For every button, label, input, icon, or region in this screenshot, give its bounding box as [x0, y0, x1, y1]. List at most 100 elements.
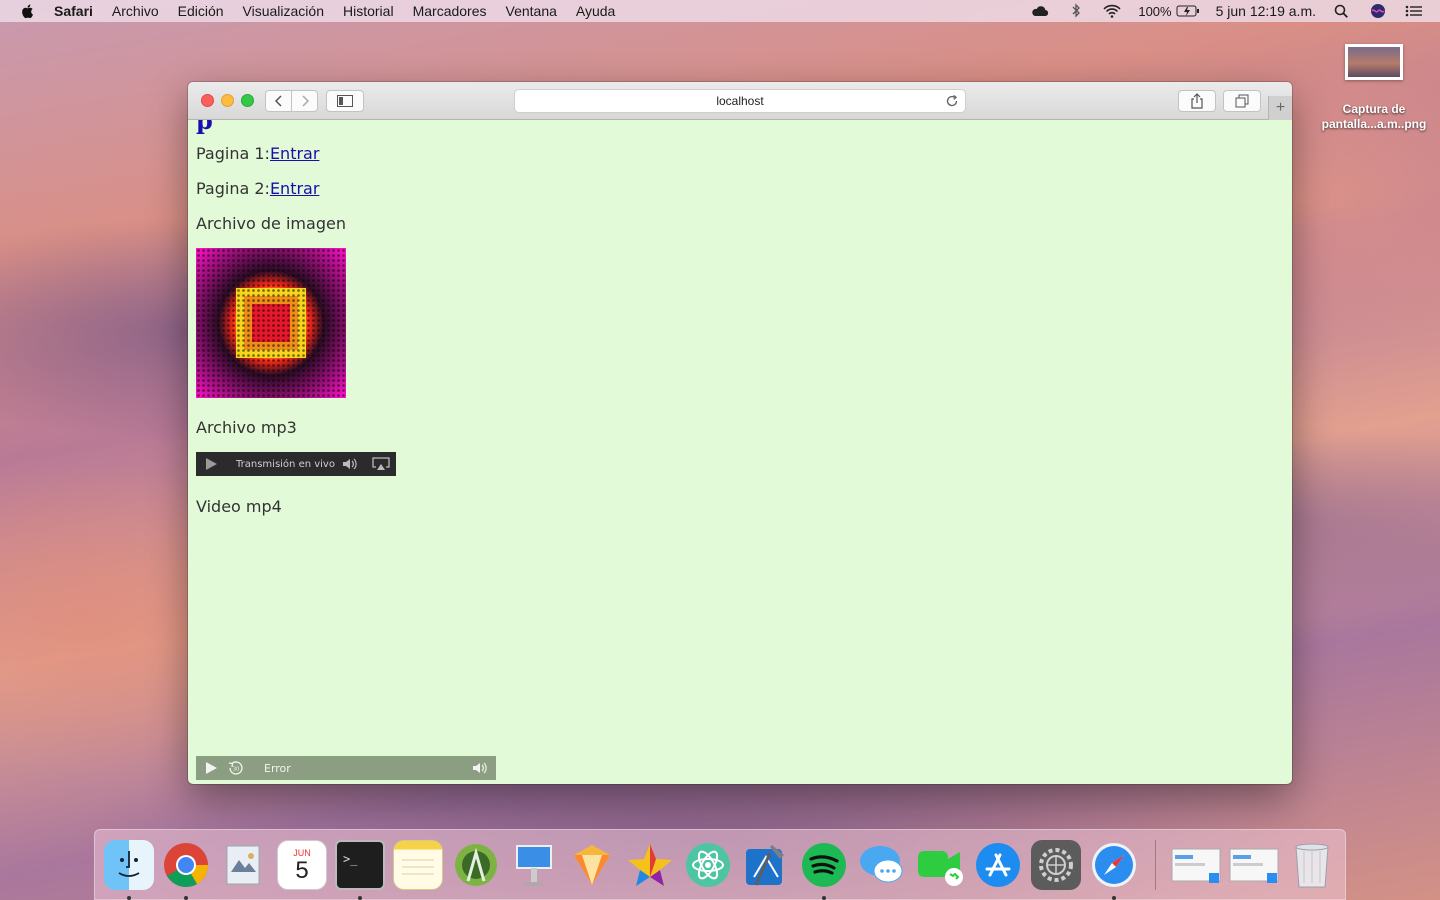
menu-archivo[interactable]: Archivo [112, 3, 159, 19]
dock-notes[interactable] [393, 840, 443, 890]
dock-calendar[interactable]: JUN 5 [277, 840, 327, 890]
file-thumbnail [1345, 44, 1403, 80]
dock-minimized-window-2[interactable] [1229, 840, 1279, 890]
window-thumbnail-icon [1229, 840, 1279, 890]
image-section-label: Archivo de imagen [196, 214, 346, 233]
zoom-window-button[interactable] [241, 94, 254, 107]
back-button[interactable] [266, 91, 291, 111]
dock-android-studio[interactable] [451, 840, 501, 890]
clock[interactable]: 5 jun 12:19 a.m. [1216, 3, 1316, 19]
dock-preview[interactable] [219, 840, 269, 890]
dock-xcode[interactable] [741, 840, 791, 890]
page-content: p Pagina 1:Entrar Pagina 2:Entrar Archiv… [188, 120, 1292, 784]
star-icon [625, 840, 675, 890]
video-status: Error [264, 761, 291, 775]
siri-icon[interactable] [1368, 3, 1388, 19]
menu-ventana[interactable]: Ventana [506, 3, 557, 19]
desktop-screenshot-file[interactable]: Captura de pantalla...a.m..png [1316, 44, 1432, 132]
navigation-buttons [265, 90, 318, 112]
keynote-icon [509, 840, 559, 890]
terminal-icon: >_ [335, 840, 385, 890]
bluetooth-icon[interactable] [1066, 3, 1086, 19]
calendar-icon: JUN 5 [277, 840, 327, 890]
running-indicator [358, 896, 362, 900]
play-icon[interactable] [204, 457, 218, 471]
page-heading: p [196, 120, 213, 135]
page-2-label: Pagina 2: [196, 179, 270, 198]
running-indicator [184, 896, 188, 900]
atom-icon [683, 840, 733, 890]
reload-icon[interactable] [945, 94, 959, 108]
dock-trash[interactable] [1287, 840, 1337, 890]
cloud-icon[interactable] [1030, 3, 1050, 19]
menu-historial[interactable]: Historial [343, 3, 394, 19]
chevron-left-icon [274, 95, 282, 107]
close-window-button[interactable] [201, 94, 214, 107]
dock-sketch[interactable] [567, 840, 617, 890]
dock-finder[interactable] [104, 840, 154, 900]
forward-button[interactable] [291, 91, 317, 111]
file-label: Captura de pantalla...a.m..png [1316, 102, 1432, 132]
menu-ayuda[interactable]: Ayuda [576, 3, 615, 19]
menu-marcadores[interactable]: Marcadores [413, 3, 487, 19]
notification-center-icon[interactable] [1404, 3, 1424, 19]
menu-app-name[interactable]: Safari [54, 3, 93, 19]
window-thumbnail-icon [1171, 840, 1221, 890]
running-indicator [127, 896, 131, 900]
menu-bar: Safari Archivo Edición Visualización His… [0, 0, 1440, 22]
dock-system-preferences[interactable] [1031, 840, 1081, 890]
preview-icon [219, 840, 269, 890]
volume-icon[interactable] [472, 761, 488, 775]
page-2-link[interactable]: Entrar [270, 179, 319, 198]
share-button[interactable] [1178, 90, 1216, 112]
audio-player: Transmisión en vivo [196, 452, 396, 476]
dock-messages[interactable] [857, 840, 907, 890]
plus-icon: + [1275, 99, 1286, 116]
dock-keynote[interactable] [509, 840, 559, 890]
dock-terminal[interactable]: >_ [335, 840, 385, 900]
dock-atom[interactable] [683, 840, 733, 890]
new-tab-button[interactable]: + [1268, 96, 1292, 120]
spotlight-search-icon[interactable] [1332, 3, 1352, 19]
page-1-label: Pagina 1: [196, 144, 270, 163]
browser-toolbar: localhost + [188, 82, 1292, 120]
dock-app-store[interactable] [973, 840, 1023, 890]
messages-icon [857, 840, 907, 890]
minimize-window-button[interactable] [221, 94, 234, 107]
menu-edicion[interactable]: Edición [178, 3, 224, 19]
dock-chrome[interactable] [161, 840, 211, 900]
dock-safari[interactable] [1089, 840, 1139, 900]
svg-text:30: 30 [233, 767, 239, 773]
dock: JUN 5 >_ [94, 829, 1346, 900]
wifi-icon[interactable] [1102, 3, 1122, 19]
show-tabs-button[interactable] [1223, 90, 1261, 112]
file-label-line-2: pantalla...a.m..png [1321, 117, 1427, 131]
menu-visualizacion[interactable]: Visualización [243, 3, 324, 19]
safari-icon [1089, 840, 1139, 890]
address-text: localhost [716, 94, 764, 108]
apple-icon[interactable] [20, 3, 36, 19]
sidebar-toggle-button[interactable] [326, 90, 364, 112]
page-2-line: Pagina 2:Entrar [196, 179, 319, 198]
calendar-day: 5 [295, 857, 309, 884]
dock-facetime[interactable] [915, 840, 965, 890]
sketch-icon [567, 840, 617, 890]
dock-spotify[interactable] [799, 840, 849, 900]
airplay-icon[interactable] [372, 457, 390, 471]
page-1-line: Pagina 1:Entrar [196, 144, 319, 163]
page-1-link[interactable]: Entrar [270, 144, 319, 163]
audio-status: Transmisión en vivo [236, 458, 335, 470]
running-indicator [1112, 896, 1116, 900]
dock-minimized-window-1[interactable] [1171, 840, 1221, 890]
mp3-section-label: Archivo mp3 [196, 418, 297, 437]
skip-back-icon[interactable]: 30 [228, 760, 244, 776]
battery-icon[interactable] [1176, 3, 1200, 19]
address-bar[interactable]: localhost [514, 89, 966, 113]
share-icon [1191, 93, 1203, 109]
tabs-icon [1235, 94, 1249, 108]
chevron-right-icon [302, 95, 309, 107]
play-icon[interactable] [204, 761, 218, 775]
volume-icon[interactable] [342, 457, 358, 471]
chrome-icon [161, 840, 211, 890]
dock-superstar[interactable] [625, 840, 675, 890]
